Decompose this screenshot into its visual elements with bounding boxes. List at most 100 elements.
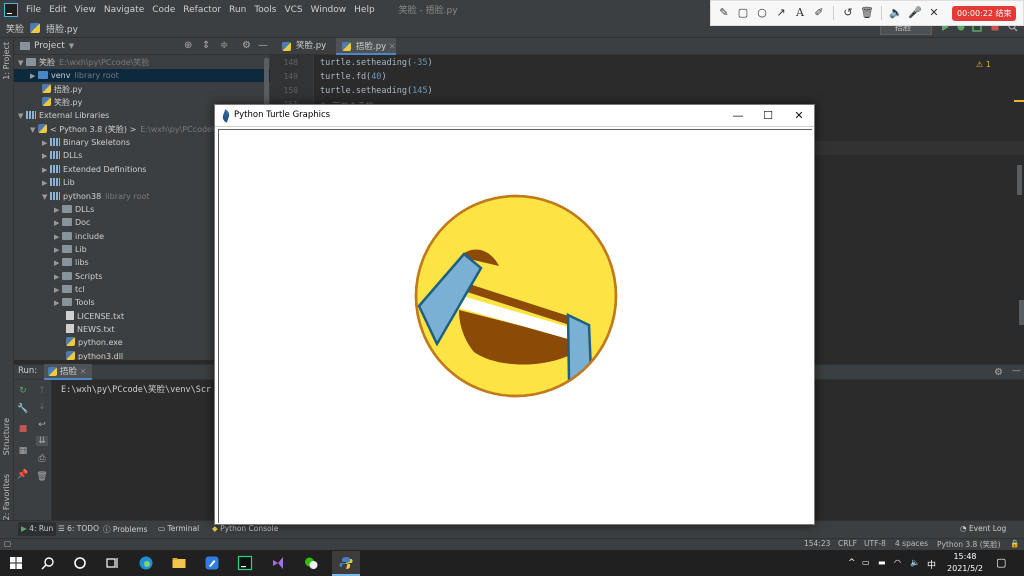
todo-tool-button[interactable]: ☰ 6: TODO <box>58 524 99 533</box>
visual-studio-icon[interactable] <box>270 555 286 571</box>
recording-timer-stop-button[interactable]: 00:00:22 结束 <box>952 5 1017 21</box>
show-hidden-icons[interactable]: ^ <box>848 558 856 568</box>
notification-icon[interactable]: ▢ <box>996 556 1006 569</box>
pen-tool-icon[interactable]: ✎ <box>717 6 731 20</box>
run-tab[interactable]: 捂脸 ✕ <box>44 364 93 380</box>
line-separator[interactable]: CRLF <box>838 539 857 548</box>
file-explorer-icon[interactable] <box>171 555 187 571</box>
layout-toggle-icon[interactable]: ▢ <box>4 539 11 548</box>
file-encoding[interactable]: UTF-8 <box>864 539 886 548</box>
close-button[interactable]: ✕ <box>789 108 809 124</box>
lock-icon[interactable]: 🔒 <box>1010 539 1019 548</box>
breadcrumb-project[interactable]: 笑脸 <box>6 22 24 35</box>
menu-window[interactable]: Window <box>307 5 351 15</box>
trash-icon[interactable]: 🗑 <box>36 472 48 482</box>
notes-app-icon[interactable] <box>204 555 220 571</box>
tree-item-root[interactable]: ▼ 笑脸 E:\wxh\py\PCcode\笑脸 <box>14 56 270 69</box>
tree-item-file[interactable]: 捂脸.py <box>14 83 270 96</box>
gear-icon[interactable]: ⚙ <box>994 367 1003 378</box>
problems-tool-button[interactable]: ⓘ Problems <box>103 524 147 535</box>
indent-setting[interactable]: 4 spaces <box>895 539 928 548</box>
editor-scrollbar[interactable] <box>1017 165 1022 195</box>
warning-marker[interactable] <box>1014 100 1024 102</box>
menu-tools[interactable]: Tools <box>250 5 280 15</box>
circle-tool-icon[interactable]: ○ <box>755 6 769 20</box>
rerun-icon[interactable]: ↻ <box>17 386 29 396</box>
python-interpreter[interactable]: Python 3.8 (笑脸) <box>937 539 1001 550</box>
project-view-select[interactable]: Project <box>34 41 65 51</box>
caret-position[interactable]: 154:23 <box>804 539 830 548</box>
wechat-icon[interactable] <box>303 555 319 571</box>
structure-tool-button[interactable]: Structure <box>2 418 11 455</box>
speaker-icon[interactable]: 🔈 <box>889 6 903 20</box>
screen-recorder-toolbar: ✎ ▢ ○ ↗ A ✐ ↺ 🗑 🔈 🎤 ✕ 00:00:22 结束 <box>710 0 1024 26</box>
warning-indicator[interactable]: ⚠ 1 <box>976 60 991 69</box>
menu-help[interactable]: Help <box>350 5 379 15</box>
text-tool-icon[interactable]: A <box>793 6 807 20</box>
python-taskbar-icon[interactable] <box>338 555 354 571</box>
tab-xiaolian[interactable]: 笑脸.py <box>276 38 334 55</box>
project-tool-button[interactable]: 1: Project <box>2 42 11 80</box>
locate-icon[interactable]: ⊕ <box>184 41 194 51</box>
scroll-to-end-icon[interactable]: ⇊ <box>36 436 48 446</box>
terminal-tool-button[interactable]: ▭ Terminal <box>158 524 199 533</box>
trash-icon[interactable]: 🗑 <box>860 6 874 20</box>
clock-date[interactable]: 2021/5/2 <box>943 564 987 573</box>
print-icon[interactable]: ⎙ <box>36 454 48 464</box>
menu-file[interactable]: File <box>22 5 45 15</box>
line-number: 149 <box>283 72 298 81</box>
chevron-down-icon[interactable]: ▼ <box>69 42 74 50</box>
stop-icon[interactable]: ■ <box>17 424 29 434</box>
undo-icon[interactable]: ↺ <box>841 6 855 20</box>
ime-indicator[interactable]: 中 <box>927 558 936 571</box>
pycharm-taskbar-icon[interactable] <box>237 555 253 571</box>
arrow-down-icon[interactable]: ↓ <box>36 402 48 412</box>
event-log-button[interactable]: ◔ Event Log <box>960 524 1006 533</box>
layout-icon[interactable]: ▦ <box>17 446 29 456</box>
pin-icon[interactable]: 📌 <box>17 470 29 480</box>
rectangle-tool-icon[interactable]: ▢ <box>736 6 750 20</box>
menu-view[interactable]: View <box>71 5 100 15</box>
wrench-icon[interactable]: 🔧 <box>17 404 29 414</box>
microphone-icon[interactable]: 🎤 <box>908 6 922 20</box>
run-scrollbar[interactable] <box>1019 300 1024 325</box>
play-icon: ▶ <box>21 524 27 533</box>
tab-wulian[interactable]: 捂脸.py ✕ <box>336 38 396 55</box>
python-console-button[interactable]: ◆ Python Console <box>212 524 278 533</box>
arrow-up-icon[interactable]: ↑ <box>36 386 48 396</box>
tree-item-venv[interactable]: ▶ venv library root <box>14 69 270 82</box>
clock-time[interactable]: 15:48 <box>950 552 980 561</box>
maximize-button[interactable]: ☐ <box>758 108 778 124</box>
menu-vcs[interactable]: VCS <box>280 5 306 15</box>
collapse-all-icon[interactable]: ⇕ <box>202 41 212 51</box>
run-tool-button[interactable]: ▶ 4: Run <box>18 522 57 536</box>
volume-icon[interactable]: 🔈 <box>910 558 920 567</box>
menu-refactor[interactable]: Refactor <box>179 5 225 15</box>
event-log-icon: ◔ <box>960 524 967 533</box>
network-icon[interactable]: ▭ <box>862 558 870 567</box>
soft-wrap-icon[interactable]: ↩ <box>36 420 48 430</box>
menu-code[interactable]: Code <box>148 5 179 15</box>
edge-browser-icon[interactable] <box>138 555 154 571</box>
hide-icon[interactable]: — <box>258 41 268 51</box>
menu-run[interactable]: Run <box>225 5 250 15</box>
gear-icon[interactable]: ⚙ <box>242 41 252 51</box>
cortana-icon[interactable] <box>72 555 88 571</box>
highlighter-tool-icon[interactable]: ✐ <box>812 6 826 20</box>
minimize-button[interactable]: — <box>728 108 748 124</box>
close-icon[interactable]: ✕ <box>927 6 941 20</box>
search-icon[interactable] <box>40 555 56 571</box>
menu-navigate[interactable]: Navigate <box>100 5 148 15</box>
expand-icon[interactable]: ≑ <box>220 41 230 51</box>
task-view-icon[interactable] <box>104 555 120 571</box>
battery-icon[interactable]: ▬ <box>878 558 886 567</box>
windows-start-icon[interactable] <box>8 555 24 571</box>
turtle-window-titlebar[interactable]: Python Turtle Graphics — ☐ ✕ <box>215 105 814 127</box>
arrow-tool-icon[interactable]: ↗ <box>774 6 788 20</box>
menu-edit[interactable]: Edit <box>45 5 70 15</box>
wifi-icon[interactable]: ◠ <box>894 558 901 567</box>
favorites-tool-button[interactable]: 2: Favorites <box>2 474 11 520</box>
hide-icon[interactable]: — <box>1012 366 1021 376</box>
breadcrumb-file[interactable]: 捂脸.py <box>46 22 78 35</box>
close-icon: ✕ <box>79 367 87 376</box>
